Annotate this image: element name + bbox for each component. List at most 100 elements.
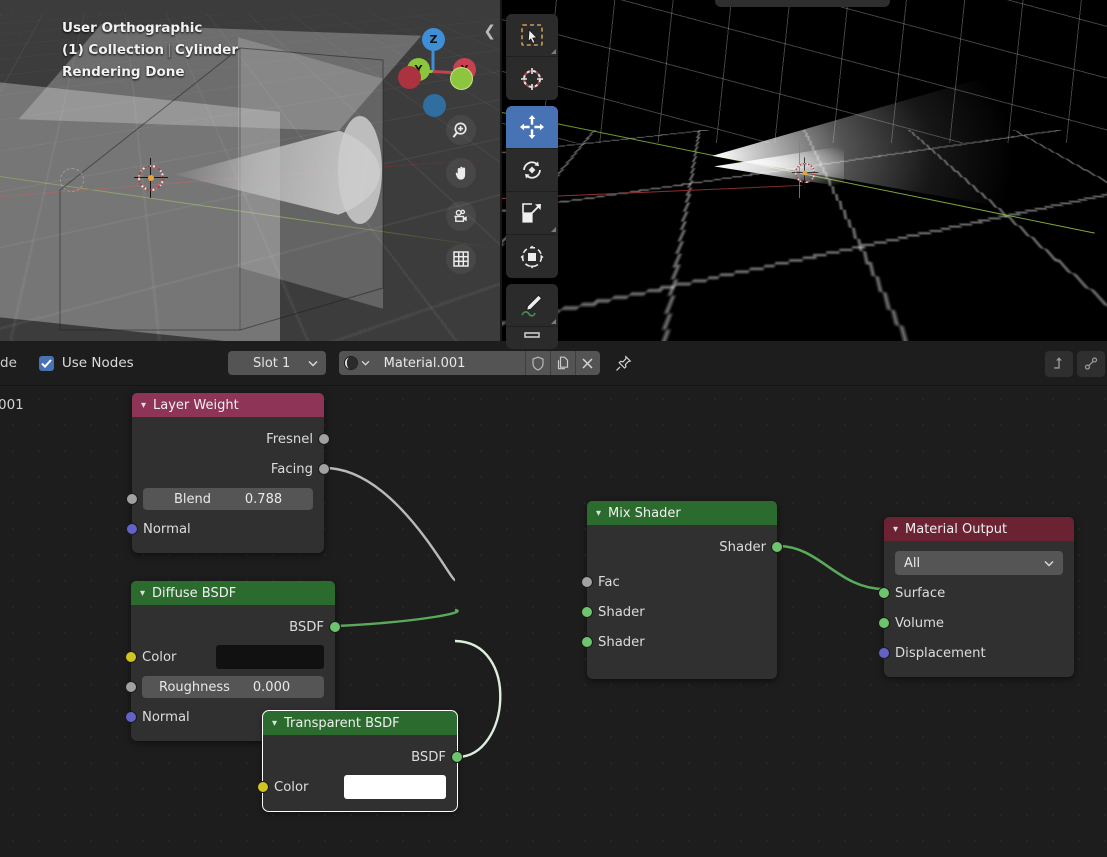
output-facing[interactable]: Facing [132,454,330,484]
use-nodes-checkbox[interactable]: Use Nodes [38,355,134,371]
mode-label-truncated[interactable]: de [0,355,17,371]
input-roughness[interactable]: Roughness 0.000 [125,672,335,702]
socket-shader-1[interactable] [581,606,593,618]
tool-measure[interactable] [506,327,558,349]
socket-label: Normal [142,709,190,725]
node-header-diffuse-bsdf[interactable]: ▾ Diffuse BSDF [131,581,335,605]
viewport-nav-buttons [446,115,476,274]
socket-roughness[interactable] [125,681,137,693]
chevron-down-icon[interactable]: ▾ [596,508,601,519]
input-blend[interactable]: Blend 0.788 [126,484,324,514]
tool-rotate[interactable] [506,149,558,192]
material-browse-button[interactable] [338,351,375,375]
rendered-viewport[interactable] [502,0,1107,341]
socket-fac[interactable] [581,576,593,588]
gizmo-axis-neg-x[interactable] [398,66,421,89]
grid-icon[interactable] [446,244,476,274]
socket-label: BSDF [411,749,446,765]
material-name-field[interactable]: Material.001 [374,351,525,375]
camera-icon[interactable] [446,201,476,231]
socket-label: Surface [895,585,946,601]
gizmo-axis-z[interactable]: Z [422,28,445,51]
socket-blend[interactable] [126,493,138,505]
output-bsdf[interactable]: BSDF [263,742,463,772]
tool-cursor[interactable] [506,57,558,100]
socket-color[interactable] [125,651,137,663]
socket-shader-out[interactable] [771,541,783,553]
link-diffuse-to-shader1 [335,608,459,628]
tool-move[interactable] [506,106,558,149]
tool-scale[interactable] [506,192,558,235]
fake-user-button[interactable] [524,351,550,375]
output-shader[interactable]: Shader [587,532,783,562]
color-swatch[interactable] [216,645,324,669]
node-layer-weight[interactable]: ▾ Layer Weight Fresnel Facing Blend 0.78… [126,393,330,553]
use-nodes-label: Use Nodes [61,355,134,371]
chevron-down-icon[interactable]: ▾ [893,524,898,535]
hand-icon[interactable] [446,158,476,188]
socket-label: Color [274,779,309,795]
socket-volume[interactable] [878,617,890,629]
unlink-material-button[interactable] [574,351,600,375]
socket-label: Shader [719,539,766,555]
gizmo-axis-neg-z[interactable] [423,94,446,117]
target-dropdown-row[interactable]: All [884,548,1074,578]
checkbox-checked-icon [38,355,54,371]
header-right-buttons [1045,341,1107,386]
chevron-down-icon[interactable]: ▾ [141,400,146,411]
tool-select-box[interactable] [506,14,558,57]
socket-color[interactable] [257,781,269,793]
input-normal[interactable]: Normal [126,514,324,544]
node-title: Layer Weight [153,397,239,413]
node-body: Fresnel Facing Blend 0.788 Normal [126,417,330,553]
tool-annotate[interactable] [506,284,558,327]
input-shader-2[interactable]: Shader [581,627,777,657]
input-volume[interactable]: Volume [878,608,1074,638]
input-displacement[interactable]: Displacement [878,638,1074,668]
socket-fresnel[interactable] [318,433,330,445]
node-material-output[interactable]: ▾ Material Output All Surface Volume Dis… [878,517,1074,677]
socket-normal[interactable] [125,711,137,723]
parent-nodetree-button[interactable] [1045,350,1073,377]
chevron-down-icon[interactable]: ▾ [140,588,145,599]
node-transparent-bsdf[interactable]: ▾ Transparent BSDF BSDF Color [257,710,463,812]
socket-bsdf[interactable] [329,621,341,633]
duplicate-material-button[interactable] [549,351,575,375]
node-header-transparent-bsdf[interactable]: ▾ Transparent BSDF [263,711,457,735]
input-shader-1[interactable]: Shader [581,597,777,627]
socket-shader-2[interactable] [581,636,593,648]
zoom-icon[interactable] [446,115,476,145]
link-transparent-to-shader2 [454,639,502,759]
pin-button[interactable] [612,351,636,375]
output-target-dropdown[interactable]: All [895,551,1063,575]
node-tree-button[interactable] [1077,350,1105,377]
region-collapse-icon[interactable]: ❮ [483,22,496,40]
node-mix-shader[interactable]: ▾ Mix Shader Shader Fac Shader Shader [581,501,783,679]
node-header-mix-shader[interactable]: ▾ Mix Shader [587,501,777,525]
socket-facing[interactable] [318,463,330,475]
input-color[interactable]: Color [125,642,335,672]
socket-normal[interactable] [126,523,138,535]
navigation-gizmo[interactable]: Z Y X [390,14,476,117]
output-fresnel[interactable]: Fresnel [132,424,330,454]
tool-transform[interactable] [506,235,558,278]
blend-slider[interactable]: Blend 0.788 [143,488,313,510]
input-fac[interactable]: Fac [581,567,777,597]
color-swatch[interactable] [344,775,446,799]
socket-displacement[interactable] [878,647,890,659]
node-header-material-output[interactable]: ▾ Material Output [884,517,1074,541]
input-color[interactable]: Color [257,772,457,802]
socket-surface[interactable] [878,587,890,599]
gizmo-axis-neg-y[interactable] [450,67,473,90]
node-header-layer-weight[interactable]: ▾ Layer Weight [132,393,324,417]
input-surface[interactable]: Surface [878,578,1074,608]
chevron-down-icon [1044,560,1054,566]
viewport-area: Z Y X ❮ [0,0,1107,349]
chevron-down-icon[interactable]: ▾ [272,718,277,729]
viewport-info-overlay: User Orthographic (1) Collection | Cylinde… [62,17,238,83]
socket-bsdf[interactable] [451,751,463,763]
material-slot-dropdown[interactable]: Slot 1 [227,351,326,375]
shader-node-editor[interactable]: 001 ▾ Layer Weight Fresnel Facing Blend … [0,386,1107,857]
output-bsdf[interactable]: BSDF [131,612,341,642]
roughness-slider[interactable]: Roughness 0.000 [142,676,324,698]
